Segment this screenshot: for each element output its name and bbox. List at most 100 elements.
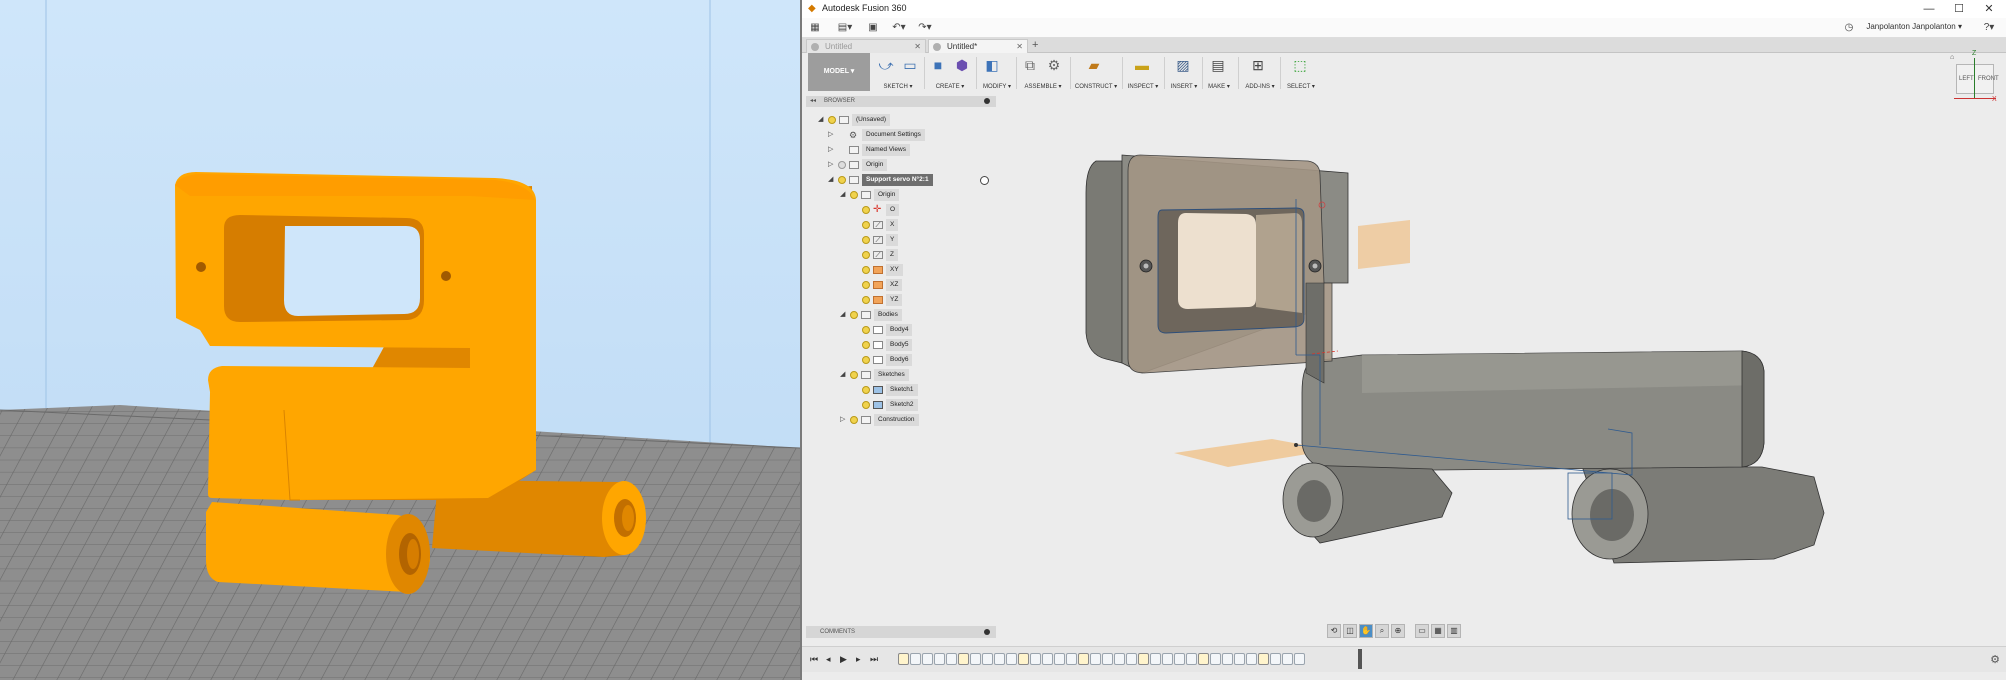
timeline-feature-item[interactable] bbox=[1114, 653, 1125, 665]
slicer-viewport[interactable] bbox=[0, 0, 800, 680]
visibility-bulb-icon[interactable] bbox=[850, 371, 858, 379]
expand-toggle-icon[interactable]: ▷ bbox=[828, 159, 836, 171]
user-account-menu[interactable]: Janpolanton Janpolanton ▾ bbox=[1866, 22, 1962, 31]
visibility-bulb-icon[interactable] bbox=[838, 176, 846, 184]
save-icon[interactable]: ▣ bbox=[866, 21, 880, 35]
job-status-icon[interactable]: ◷ bbox=[1842, 21, 1856, 35]
undo-icon[interactable]: ↶▾ bbox=[888, 21, 910, 35]
orbit-icon[interactable]: ⟲ bbox=[1327, 624, 1341, 638]
visibility-bulb-icon[interactable] bbox=[862, 236, 870, 244]
tab-untitled-active[interactable]: Untitled* ✕ bbox=[928, 39, 1028, 53]
timeline-feature-item[interactable] bbox=[1258, 653, 1269, 665]
joint-icon[interactable]: ⚙ bbox=[1044, 55, 1064, 75]
timeline-feature-item[interactable] bbox=[1018, 653, 1029, 665]
3d-print-icon[interactable]: ▤ bbox=[1208, 55, 1228, 75]
timeline-feature-item[interactable] bbox=[982, 653, 993, 665]
timeline-feature-item[interactable] bbox=[1162, 653, 1173, 665]
close-button[interactable]: ✕ bbox=[1974, 2, 2004, 16]
timeline-feature-item[interactable] bbox=[1090, 653, 1101, 665]
expand-toggle-icon[interactable]: ◢ bbox=[828, 174, 836, 186]
viewcube[interactable]: Z ⌂ LEFT FRONT X bbox=[1950, 50, 2002, 114]
expand-toggle-icon[interactable]: ▷ bbox=[828, 144, 836, 156]
visibility-bulb-icon[interactable] bbox=[862, 341, 870, 349]
expand-toggle-icon[interactable]: ◢ bbox=[818, 114, 826, 126]
select-icon[interactable]: ⬚ bbox=[1290, 55, 1310, 75]
modify-group[interactable]: ◧ MODIFY ▾ bbox=[982, 55, 1012, 91]
timeline-feature-item[interactable] bbox=[1138, 653, 1149, 665]
create-group[interactable]: ■ ⬢ CREATE ▾ bbox=[928, 55, 972, 91]
add-comment-icon[interactable] bbox=[984, 629, 990, 635]
visibility-bulb-icon[interactable] bbox=[862, 266, 870, 274]
make-group[interactable]: ▤ MAKE ▾ bbox=[1204, 55, 1234, 91]
minimize-button[interactable]: — bbox=[1914, 2, 1944, 16]
timeline-feature-item[interactable] bbox=[1270, 653, 1281, 665]
timeline-feature-item[interactable] bbox=[970, 653, 981, 665]
zoom-icon[interactable]: ⌕ bbox=[1375, 624, 1389, 638]
insert-group[interactable]: ▨ INSERT ▾ bbox=[1168, 55, 1200, 91]
body-front-tube[interactable] bbox=[1282, 462, 1453, 544]
construct-group[interactable]: ▰ CONSTRUCT ▾ bbox=[1074, 55, 1118, 91]
visibility-bulb-icon[interactable] bbox=[862, 296, 870, 304]
file-menu-icon[interactable]: ▤▾ bbox=[834, 21, 856, 35]
offset-plane-icon[interactable]: ▰ bbox=[1084, 55, 1104, 75]
assemble-group[interactable]: ⧉ ⚙ ASSEMBLE ▾ bbox=[1020, 55, 1066, 91]
visibility-bulb-icon[interactable] bbox=[850, 416, 858, 424]
inspect-group[interactable]: ▬ INSPECT ▾ bbox=[1126, 55, 1160, 91]
expand-toggle-icon[interactable]: ▷ bbox=[828, 129, 836, 141]
timeline-feature-item[interactable] bbox=[1006, 653, 1017, 665]
visibility-bulb-icon[interactable] bbox=[862, 401, 870, 409]
visibility-bulb-icon[interactable] bbox=[862, 206, 870, 214]
timeline-marker[interactable] bbox=[1358, 649, 1362, 669]
step-back-icon[interactable]: ◂ bbox=[826, 653, 831, 665]
expand-toggle-icon[interactable]: ◢ bbox=[840, 369, 848, 381]
measure-icon[interactable]: ▬ bbox=[1132, 55, 1152, 75]
visibility-bulb-icon[interactable] bbox=[828, 116, 836, 124]
visibility-bulb-icon[interactable] bbox=[850, 191, 858, 199]
step-forward-icon[interactable]: ▸ bbox=[856, 653, 861, 665]
redo-icon[interactable]: ↷▾ bbox=[914, 21, 936, 35]
collapse-arrow-icon[interactable]: ◂◂ bbox=[810, 96, 816, 107]
timeline-feature-item[interactable] bbox=[1102, 653, 1113, 665]
extrude-icon[interactable]: ■ bbox=[928, 55, 948, 75]
comments-panel[interactable]: COMMENTS bbox=[806, 626, 996, 638]
timeline-feature-item[interactable] bbox=[1150, 653, 1161, 665]
timeline-feature-item[interactable] bbox=[958, 653, 969, 665]
look-at-icon[interactable]: ◫ bbox=[1343, 624, 1357, 638]
expand-toggle-icon[interactable]: ▷ bbox=[840, 414, 848, 426]
timeline-feature-item[interactable] bbox=[994, 653, 1005, 665]
go-to-start-icon[interactable]: ⏮ bbox=[810, 653, 818, 665]
timeline-feature-item[interactable] bbox=[1234, 653, 1245, 665]
visibility-bulb-icon[interactable] bbox=[850, 311, 858, 319]
visibility-bulb-icon[interactable] bbox=[862, 356, 870, 364]
timeline-feature-item[interactable] bbox=[922, 653, 933, 665]
go-to-end-icon[interactable]: ⏭ bbox=[870, 653, 878, 665]
press-pull-icon[interactable]: ◧ bbox=[982, 55, 1002, 75]
timeline-feature-item[interactable] bbox=[1222, 653, 1233, 665]
insert-image-icon[interactable]: ▨ bbox=[1173, 55, 1193, 75]
model-canvas[interactable] bbox=[1002, 93, 2006, 623]
tab-untitled[interactable]: Untitled ✕ bbox=[806, 39, 926, 53]
browser-panel-header[interactable]: ◂◂ BROWSER bbox=[806, 96, 996, 107]
play-icon[interactable]: ▶ bbox=[840, 653, 847, 665]
timeline-feature-item[interactable] bbox=[1066, 653, 1077, 665]
pin-icon[interactable] bbox=[984, 98, 990, 104]
rectangle-icon[interactable]: ▭ bbox=[900, 55, 920, 75]
viewports-icon[interactable]: ▥ bbox=[1447, 624, 1461, 638]
viewcube-face-left[interactable]: LEFT bbox=[1959, 76, 1974, 82]
new-tab-button[interactable]: + bbox=[1032, 39, 1038, 51]
fit-icon[interactable]: ⊕ bbox=[1391, 624, 1405, 638]
timeline-settings-gear-icon[interactable]: ⚙ bbox=[1990, 653, 2000, 666]
timeline-feature-item[interactable] bbox=[910, 653, 921, 665]
visibility-bulb-icon[interactable] bbox=[862, 281, 870, 289]
form-icon[interactable]: ⬢ bbox=[952, 55, 972, 75]
body-back-tube[interactable] bbox=[1571, 465, 1825, 564]
display-settings-icon[interactable]: ▭ bbox=[1415, 624, 1429, 638]
add-ins-group[interactable]: ⊞ ADD-INS ▾ bbox=[1242, 55, 1278, 91]
slicer-scene[interactable] bbox=[0, 0, 800, 680]
timeline-feature-item[interactable] bbox=[934, 653, 945, 665]
timeline-feature-item[interactable] bbox=[1078, 653, 1089, 665]
expand-toggle-icon[interactable]: ◢ bbox=[840, 189, 848, 201]
visibility-bulb-icon[interactable] bbox=[862, 386, 870, 394]
timeline-feature-item[interactable] bbox=[1282, 653, 1293, 665]
timeline-feature-item[interactable] bbox=[1174, 653, 1185, 665]
